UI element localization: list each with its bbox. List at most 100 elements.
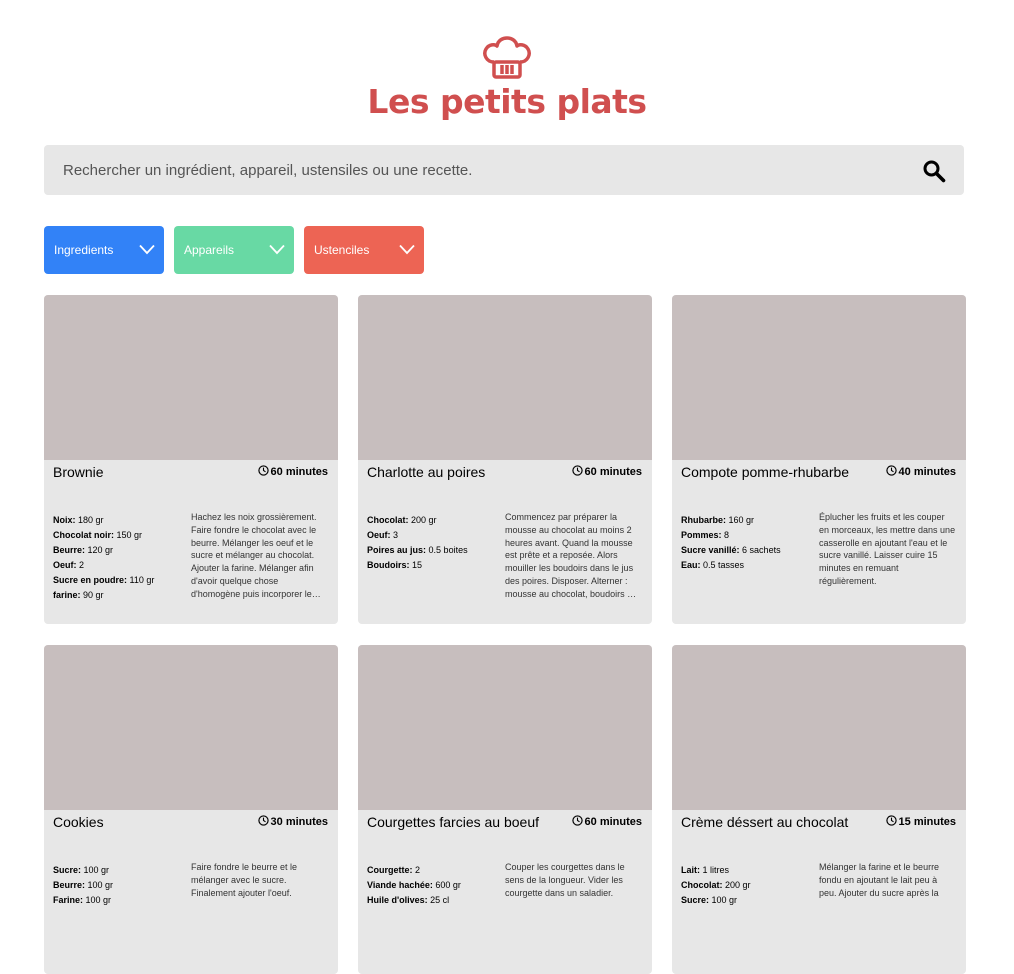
recipe-time: 30 minutes — [257, 815, 328, 828]
ingredient-name: farine: — [53, 590, 81, 600]
search-input[interactable] — [44, 145, 904, 195]
filter-ingredients-dropdown[interactable]: Ingredients — [44, 226, 164, 274]
chevron-down-icon — [139, 244, 155, 255]
ingredient-item: Viande hachée: 600 gr — [367, 878, 497, 893]
ingredient-name: Beurre: — [53, 545, 86, 555]
ingredient-name: Sucre vanillé: — [681, 545, 740, 555]
ingredient-name: Oeuf: — [53, 560, 77, 570]
ingredient-name: Noix: — [53, 515, 76, 525]
site-title: Les petits plats — [367, 82, 647, 121]
ingredient-name: Boudoirs: — [367, 560, 410, 570]
ingredient-quantity: 8 — [724, 530, 730, 540]
ingredient-item: Eau: 0.5 tasses — [681, 558, 811, 573]
ingredient-item: Huile d'olives: 25 cl — [367, 893, 497, 908]
recipe-image-placeholder — [44, 295, 338, 460]
ingredient-item: Oeuf: 2 — [53, 558, 183, 573]
recipe-title: Crème déssert au chocolat — [681, 814, 849, 830]
ingredient-list: Sucre: 100 gr Beurre: 100 gr Farine: 100… — [53, 863, 183, 908]
clock-icon — [571, 465, 583, 476]
chevron-down-icon — [269, 244, 285, 255]
recipe-title: Cookies — [53, 814, 104, 830]
ingredient-name: Huile d'olives: — [367, 895, 428, 905]
ingredient-list: Noix: 180 gr Chocolat noir: 150 gr Beurr… — [53, 513, 183, 603]
ingredient-name: Oeuf: — [367, 530, 391, 540]
clock-icon — [257, 465, 269, 476]
ingredient-item: Sucre: 100 gr — [681, 893, 811, 908]
ingredient-name: Poires au jus: — [367, 545, 427, 555]
ingredient-item: Sucre vanillé: 6 sachets — [681, 543, 811, 558]
filter-ustenciles-dropdown[interactable]: Ustenciles — [304, 226, 424, 274]
ingredient-quantity: 2 — [415, 865, 421, 875]
ingredient-item: Beurre: 100 gr — [53, 878, 183, 893]
ingredient-item: Rhubarbe: 160 gr — [681, 513, 811, 528]
ingredient-quantity: 150 gr — [116, 530, 143, 540]
ingredient-quantity: 3 — [393, 530, 399, 540]
recipe-description: Commencez par préparer la mousse au choc… — [505, 512, 637, 599]
recipe-time-value: 15 minutes — [898, 816, 956, 828]
ingredient-quantity: 90 gr — [83, 590, 104, 600]
search-bar — [44, 145, 964, 195]
clock-icon — [885, 815, 897, 826]
ingredient-name: Beurre: — [53, 880, 86, 890]
search-icon[interactable] — [922, 159, 946, 183]
ingredient-name: Sucre: — [53, 865, 82, 875]
ingredient-quantity: 200 gr — [411, 515, 437, 525]
ingredient-name: Chocolat: — [367, 515, 409, 525]
recipe-card[interactable]: Crème déssert au chocolat 15 minutes Lai… — [672, 645, 966, 974]
ingredient-quantity: 100 gr — [85, 895, 112, 905]
recipe-title: Charlotte au poires — [367, 464, 486, 480]
ingredient-item: Lait: 1 litres — [681, 863, 811, 878]
filter-appareils-dropdown[interactable]: Appareils — [174, 226, 294, 274]
ingredient-quantity: 25 cl — [430, 895, 450, 905]
recipe-card[interactable]: Courgettes farcies au boeuf 60 minutes C… — [358, 645, 652, 974]
ingredient-list: Lait: 1 litres Chocolat: 200 gr Sucre: 1… — [681, 863, 811, 908]
ingredient-name: Lait: — [681, 865, 700, 875]
recipe-card[interactable]: Cookies 30 minutes Sucre: 100 gr Beurre:… — [44, 645, 338, 974]
ingredient-quantity: 2 — [79, 560, 85, 570]
ingredient-item: Boudoirs: 15 — [367, 558, 497, 573]
ingredient-name: Sucre: — [681, 895, 710, 905]
ingredient-item: Beurre: 120 gr — [53, 543, 183, 558]
ingredient-item: Farine: 100 gr — [53, 893, 183, 908]
ingredient-name: Rhubarbe: — [681, 515, 726, 525]
filter-appareils-label: Appareils — [184, 243, 235, 257]
ingredient-quantity: 1 litres — [702, 865, 730, 875]
ingredient-quantity: 180 gr — [78, 515, 104, 525]
ingredient-item: Sucre: 100 gr — [53, 863, 183, 878]
chef-hat-icon — [483, 36, 531, 79]
ingredient-name: Chocolat noir: — [53, 530, 114, 540]
ingredient-list: Courgette: 2 Viande hachée: 600 gr Huile… — [367, 863, 497, 908]
recipe-title: Brownie — [53, 464, 104, 480]
recipe-card[interactable]: Compote pomme-rhubarbe 40 minutes Rhubar… — [672, 295, 966, 624]
clock-icon — [571, 815, 583, 826]
recipe-time: 15 minutes — [885, 815, 956, 828]
ingredient-quantity: 200 gr — [725, 880, 751, 890]
ingredient-quantity: 0.5 tasses — [703, 560, 745, 570]
ingredient-item: Chocolat: 200 gr — [367, 513, 497, 528]
ingredient-item: Oeuf: 3 — [367, 528, 497, 543]
recipe-title: Compote pomme-rhubarbe — [681, 464, 850, 480]
ingredient-item: Poires au jus: 0.5 boites — [367, 543, 497, 558]
logo: Les petits plats — [0, 36, 1014, 121]
recipe-card[interactable]: Brownie 60 minutes Noix: 180 gr Chocolat… — [44, 295, 338, 624]
recipe-time: 60 minutes — [257, 465, 328, 478]
recipe-time-value: 60 minutes — [270, 466, 328, 478]
recipe-card[interactable]: Charlotte au poires 60 minutes Chocolat:… — [358, 295, 652, 624]
recipe-description: Mélanger la farine et le beurre fondu en… — [819, 862, 940, 898]
ingredient-name: Chocolat: — [681, 880, 723, 890]
ingredient-item: Noix: 180 gr — [53, 513, 183, 528]
ingredient-quantity: 100 gr — [711, 895, 738, 905]
recipe-description: Hachez les noix grossièrement. Faire fon… — [191, 512, 321, 599]
clock-icon — [885, 465, 897, 476]
ingredient-quantity: 110 gr — [129, 575, 155, 585]
ingredient-quantity: 160 gr — [728, 515, 755, 525]
recipe-time: 40 minutes — [885, 465, 956, 478]
recipe-time-value: 60 minutes — [584, 816, 642, 828]
clock-icon — [257, 815, 269, 826]
recipe-title: Courgettes farcies au boeuf — [367, 814, 539, 830]
ingredient-name: Farine: — [53, 895, 84, 905]
recipe-description: Couper les courgettes dans le sens de la… — [505, 862, 625, 898]
ingredient-quantity: 6 sachets — [742, 545, 781, 555]
ingredient-item: farine: 90 gr — [53, 588, 183, 603]
ingredient-list: Rhubarbe: 160 gr Pommes: 8 Sucre vanillé… — [681, 513, 811, 573]
